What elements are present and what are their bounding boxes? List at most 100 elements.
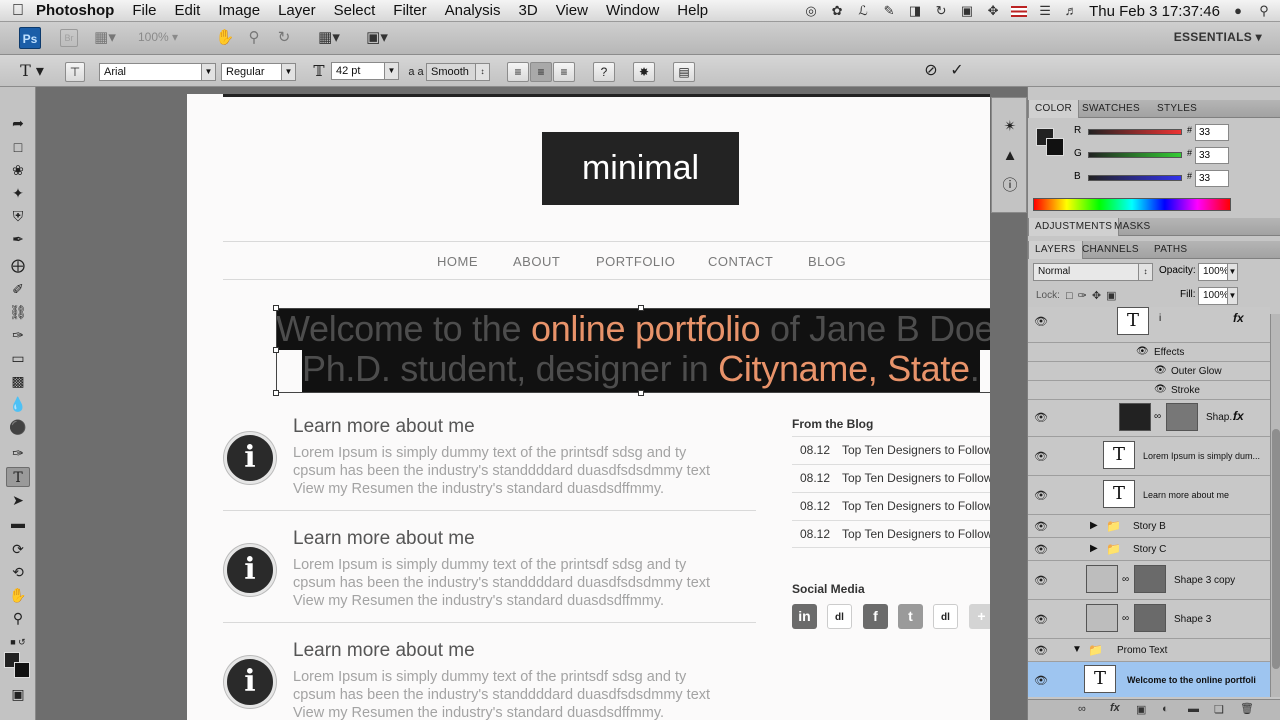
- scroll-thumb[interactable]: [1272, 429, 1280, 669]
- twitter-icon[interactable]: t: [898, 604, 923, 629]
- move-tool-icon[interactable]: ➦: [6, 113, 30, 133]
- volume-icon[interactable]: ♬: [1063, 4, 1079, 18]
- clone-stamp-tool-icon[interactable]: ⛓: [6, 302, 30, 322]
- background-color-swatch[interactable]: [14, 662, 30, 678]
- nav-contact[interactable]: CONTACT: [708, 254, 773, 269]
- font-style-select[interactable]: Regular ▼: [221, 63, 296, 81]
- transform-handle[interactable]: [273, 390, 279, 396]
- view-extras-icon[interactable]: ▦▾: [94, 28, 116, 48]
- history-brush-tool-icon[interactable]: ✑: [6, 325, 30, 345]
- menu-edit[interactable]: Edit: [175, 2, 201, 19]
- wifi-icon[interactable]: ☰: [1037, 4, 1053, 18]
- display-icon[interactable]: ▣: [959, 4, 975, 18]
- text-bounding-box[interactable]: [276, 308, 990, 393]
- menu-select[interactable]: Select: [334, 2, 376, 19]
- delicious-icon[interactable]: dl: [827, 604, 852, 629]
- transform-handle[interactable]: [273, 305, 279, 311]
- layer-row[interactable]: 👁 ∞ Shap... fx: [1028, 400, 1270, 437]
- hand-tool-icon[interactable]: ✋: [214, 28, 236, 48]
- add-style-icon[interactable]: fx: [1110, 702, 1120, 714]
- script-icon[interactable]: ✿: [829, 4, 845, 18]
- nav-blog[interactable]: BLOG: [808, 254, 846, 269]
- menu-help[interactable]: Help: [677, 2, 708, 19]
- bluetooth-icon[interactable]: ✥: [985, 4, 1001, 18]
- effect-row[interactable]: 👁 Outer Glow: [1028, 362, 1270, 381]
- blue-value-field[interactable]: 33: [1195, 170, 1229, 187]
- trash-icon[interactable]: 🗑: [1240, 702, 1254, 715]
- group-row[interactable]: 👁 ▼ 📁 Promo Text: [1028, 639, 1270, 662]
- tab-adjustments[interactable]: ADJUSTMENTS: [1028, 218, 1120, 236]
- layer-row-selected[interactable]: 👁 T Welcome to the online portfoli: [1028, 662, 1270, 697]
- eye-icon[interactable]: 👁: [1154, 384, 1167, 395]
- swap-colors-icon[interactable]: ■ ↺: [6, 632, 30, 652]
- apple-menu-icon[interactable]: : [0, 2, 36, 20]
- transform-handle[interactable]: [273, 347, 279, 353]
- blue-slider[interactable]: [1088, 175, 1182, 181]
- eraser-tool-icon[interactable]: ▭: [6, 348, 30, 368]
- nav-home[interactable]: HOME: [437, 254, 478, 269]
- layers-scrollbar[interactable]: [1270, 314, 1280, 697]
- transform-handle[interactable]: [638, 305, 644, 311]
- tab-styles[interactable]: STYLES: [1151, 100, 1203, 118]
- gradient-tool-icon[interactable]: ▩: [6, 371, 30, 391]
- opacity-field[interactable]: 100% ▼: [1198, 263, 1238, 281]
- green-value-field[interactable]: 33: [1195, 147, 1229, 164]
- antialias-select[interactable]: Smooth ↕: [426, 63, 490, 81]
- 3d-orbit-tool-icon[interactable]: ⟲: [6, 562, 30, 582]
- healing-brush-tool-icon[interactable]: ⨁: [6, 255, 30, 275]
- app-menu[interactable]: Photoshop: [36, 2, 114, 19]
- crop-tool-icon[interactable]: ⛨: [6, 206, 30, 226]
- fill-field[interactable]: 100% ▼: [1198, 287, 1238, 305]
- red-value-field[interactable]: 33: [1195, 124, 1229, 141]
- menu-layer[interactable]: Layer: [278, 2, 316, 19]
- shape-tool-icon[interactable]: ▬: [6, 513, 30, 533]
- tab-paths[interactable]: PATHS: [1148, 241, 1193, 259]
- workspace-switcher[interactable]: ESSENTIALS ▾: [1174, 30, 1262, 44]
- expand-arrow-icon[interactable]: ▶: [1090, 520, 1098, 531]
- zoom-tool-icon[interactable]: ⚲: [243, 28, 265, 48]
- nav-portfolio[interactable]: PORTFOLIO: [596, 254, 675, 269]
- transform-handle[interactable]: [638, 390, 644, 396]
- tab-channels[interactable]: CHANNELS: [1076, 241, 1145, 259]
- eye-icon[interactable]: 👁: [1136, 346, 1149, 357]
- plus-icon[interactable]: +: [969, 604, 990, 629]
- eye-icon[interactable]: 👁: [1032, 520, 1050, 533]
- info-panel-icon[interactable]: ⓘ: [999, 175, 1021, 197]
- 3d-rotate-tool-icon[interactable]: ⟳: [6, 539, 30, 559]
- path-selection-tool-icon[interactable]: ➤: [6, 490, 30, 510]
- magic-wand-tool-icon[interactable]: ✦: [6, 183, 30, 203]
- screen-mode-icon[interactable]: ▣▾: [366, 28, 388, 48]
- flag-icon[interactable]: [1011, 5, 1028, 17]
- histogram-icon[interactable]: ▲: [999, 145, 1021, 167]
- menu-3d[interactable]: 3D: [519, 2, 538, 19]
- rotate-view-icon[interactable]: ↻: [273, 28, 295, 48]
- cancel-edits-icon[interactable]: ⊘: [920, 62, 942, 82]
- align-right-button[interactable]: ≡: [553, 62, 575, 82]
- delicious-icon[interactable]: dl: [933, 604, 958, 629]
- menu-window[interactable]: Window: [606, 2, 659, 19]
- dodge-tool-icon[interactable]: ⚫: [6, 417, 30, 437]
- time-machine-icon[interactable]: ↻: [933, 4, 949, 18]
- commit-edits-icon[interactable]: ✓: [946, 62, 968, 82]
- marquee-tool-icon[interactable]: □: [6, 137, 30, 157]
- align-left-button[interactable]: ≡: [507, 62, 529, 82]
- eye-icon[interactable]: 👁: [1154, 365, 1167, 376]
- tab-swatches[interactable]: SWATCHES: [1076, 100, 1146, 118]
- font-family-select[interactable]: Arial ▼: [99, 63, 216, 81]
- zoom-level-select[interactable]: 100% ▾: [138, 30, 198, 46]
- new-layer-icon[interactable]: ❏: [1214, 703, 1224, 716]
- add-mask-icon[interactable]: ▣: [1136, 703, 1146, 716]
- facebook-icon[interactable]: f: [863, 604, 888, 629]
- menu-view[interactable]: View: [556, 2, 588, 19]
- new-group-icon[interactable]: ▬: [1188, 703, 1199, 715]
- layer-row[interactable]: 👁 ∞ Shape 3: [1028, 600, 1270, 639]
- tab-layers[interactable]: LAYERS: [1028, 241, 1083, 259]
- zoom-tool-icon[interactable]: ⚲: [6, 608, 30, 628]
- eye-icon[interactable]: 👁: [1032, 450, 1050, 463]
- group-row[interactable]: 👁 ▶ 📁 Story C: [1028, 538, 1270, 561]
- warp-text-button[interactable]: ✸: [633, 62, 655, 82]
- quick-mask-icon[interactable]: ▣: [6, 684, 30, 704]
- menu-analysis[interactable]: Analysis: [445, 2, 501, 19]
- link-layers-icon[interactable]: ∞: [1078, 703, 1086, 715]
- fx-icon[interactable]: fx: [1233, 311, 1244, 325]
